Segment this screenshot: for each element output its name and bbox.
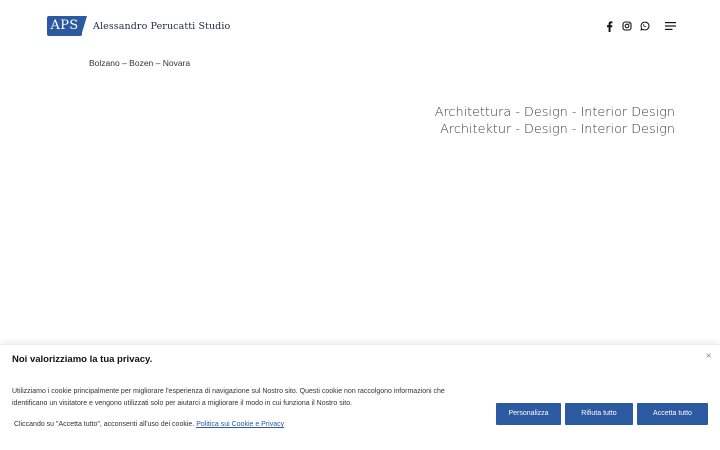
tagline-german: Architektur - Design - Interior Design (440, 122, 675, 137)
locations-text: Bolzano – Bozen – Novara (89, 58, 191, 68)
close-icon[interactable]: × (705, 351, 712, 360)
site-header: APS Alessandro Perucatti Studio (0, 0, 720, 52)
instagram-icon[interactable] (621, 20, 633, 32)
accept-all-button[interactable]: Accetta tutto (637, 403, 708, 425)
studio-name: Alessandro Perucatti Studio (93, 20, 231, 32)
page: APS Alessandro Perucatti Studio Bolzano … (0, 0, 720, 450)
facebook-icon[interactable] (603, 20, 615, 32)
customize-button[interactable]: Personalizza (496, 403, 561, 425)
cookie-consent-text: Cliccando su "Accetta tutto", acconsenti… (14, 421, 195, 428)
whatsapp-icon[interactable] (639, 20, 651, 32)
site-logo[interactable]: APS Alessandro Perucatti Studio (47, 16, 230, 36)
cookie-banner: Noi valorizziamo la tua privacy. × Utili… (0, 344, 720, 450)
tagline: Architettura - Design - Interior Design … (435, 104, 675, 138)
tagline-italian: Architettura - Design - Interior Design (434, 105, 675, 120)
header-icons (603, 20, 683, 32)
menu-icon[interactable] (665, 20, 677, 32)
cookie-consent-line: Cliccando su "Accetta tutto", acconsenti… (14, 421, 284, 428)
reject-all-button[interactable]: Rifiuta tutto (565, 403, 633, 425)
cookie-description: Utilizziamo i cookie principalmente per … (12, 388, 445, 407)
cookie-title: Noi valorizziamo la tua privacy. (12, 354, 153, 365)
logo-mark: APS (47, 16, 87, 36)
cookie-buttons: Personalizza Rifiuta tutto Accetta tutto (496, 403, 708, 425)
cookie-policy-link[interactable]: Politica sui Cookie e Privacy (196, 421, 284, 428)
